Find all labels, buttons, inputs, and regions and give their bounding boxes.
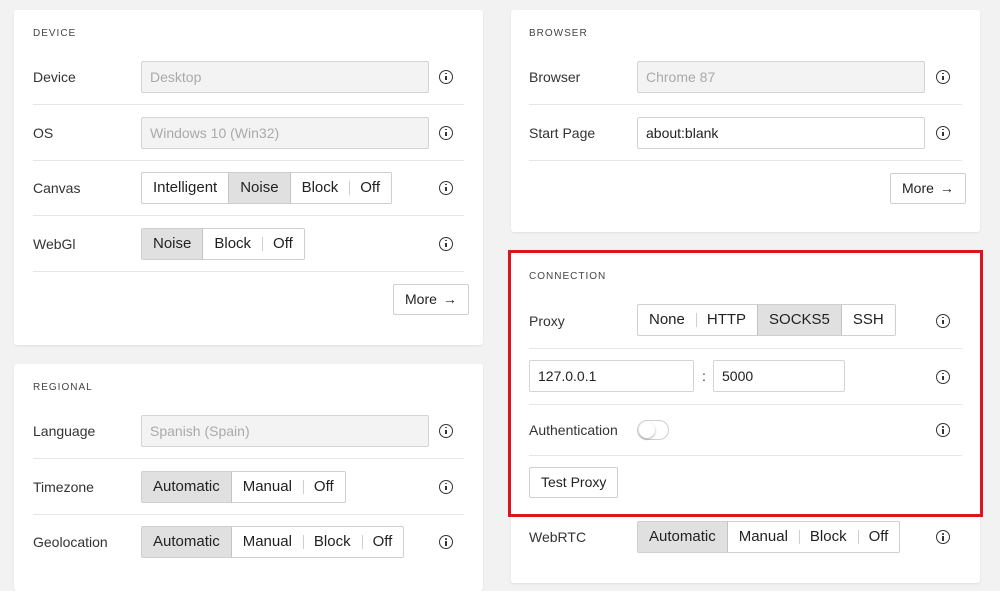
language-input[interactable]: Spanish (Spain)	[141, 415, 429, 447]
authentication-label: Authentication	[529, 422, 618, 438]
device-card: DEVICE Device Desktop OS Windows 10 (Win…	[14, 10, 483, 345]
device-section-title: DEVICE	[33, 28, 77, 39]
more-label: More	[902, 180, 934, 196]
language-row: Language Spanish (Spain)	[33, 403, 464, 459]
proxy-label: Proxy	[529, 312, 565, 329]
start-page-row: Start Page about:blank	[529, 105, 962, 161]
start-page-input[interactable]: about:blank	[637, 117, 925, 149]
connection-section-title: CONNECTION	[529, 271, 607, 282]
geolocation-row: Geolocation Automatic Manual Block Off	[33, 514, 464, 570]
arrow-right-icon: →	[442, 291, 457, 307]
proxy-host-input[interactable]: 127.0.0.1	[529, 360, 694, 392]
proxy-segmented: None HTTP SOCKS5 SSH	[637, 304, 896, 336]
browser-input[interactable]: Chrome 87	[637, 61, 925, 93]
info-icon[interactable]	[936, 125, 950, 140]
webgl-option-off[interactable]: Off	[262, 229, 304, 259]
device-row: Device Desktop	[33, 49, 464, 105]
proxy-option-none[interactable]: None	[638, 305, 696, 335]
geolocation-option-automatic[interactable]: Automatic	[142, 527, 232, 557]
device-more-button[interactable]: More →	[393, 284, 469, 315]
proxy-option-socks5[interactable]: SOCKS5	[757, 305, 842, 335]
webrtc-segmented: Automatic Manual Block Off	[637, 521, 901, 553]
geolocation-option-off[interactable]: Off	[361, 527, 404, 557]
proxy-option-http[interactable]: HTTP	[695, 305, 757, 335]
canvas-row: Canvas Intelligent Noise Block Off	[33, 160, 464, 216]
info-icon[interactable]	[936, 69, 950, 84]
browser-row: Browser Chrome 87	[529, 49, 962, 105]
webgl-label: WebGl	[33, 235, 76, 252]
webrtc-option-automatic[interactable]: Automatic	[638, 522, 728, 552]
webgl-option-noise[interactable]: Noise	[142, 229, 204, 259]
geolocation-option-manual[interactable]: Manual	[232, 527, 303, 557]
canvas-option-block[interactable]: Block	[291, 173, 350, 203]
webrtc-row: WebRTC Automatic Manual Block Off	[529, 509, 962, 565]
info-icon[interactable]	[936, 369, 950, 384]
geolocation-option-block[interactable]: Block	[302, 527, 362, 557]
timezone-row: Timezone Automatic Manual Off	[33, 459, 464, 515]
canvas-label: Canvas	[33, 179, 81, 196]
webgl-option-block[interactable]: Block	[203, 229, 262, 259]
proxy-address-row: 127.0.0.1 : 5000	[529, 349, 962, 405]
info-icon[interactable]	[439, 236, 453, 251]
browser-label: Browser	[529, 68, 581, 85]
geolocation-label: Geolocation	[33, 534, 108, 550]
info-icon[interactable]	[936, 313, 950, 328]
info-icon[interactable]	[936, 530, 950, 544]
proxy-option-ssh[interactable]: SSH	[842, 305, 895, 335]
webrtc-option-off[interactable]: Off	[857, 522, 900, 552]
browser-card: BROWSER Browser Chrome 87 Start Page abo…	[511, 10, 980, 232]
connection-card: CONNECTION Proxy None HTTP SOCKS5 SSH 12…	[511, 253, 980, 583]
webgl-row: WebGl Noise Block Off	[33, 216, 464, 272]
toggle-knob	[639, 422, 655, 438]
info-icon[interactable]	[439, 479, 453, 494]
info-icon[interactable]	[439, 535, 453, 549]
canvas-option-intelligent[interactable]: Intelligent	[142, 173, 228, 203]
proxy-port-input[interactable]: 5000	[713, 360, 845, 392]
timezone-option-off[interactable]: Off	[302, 472, 345, 502]
info-icon[interactable]	[439, 180, 453, 195]
proxy-row: Proxy None HTTP SOCKS5 SSH	[529, 293, 962, 349]
geolocation-segmented: Automatic Manual Block Off	[141, 526, 405, 558]
authentication-toggle[interactable]	[637, 420, 669, 440]
os-input[interactable]: Windows 10 (Win32)	[141, 117, 429, 149]
info-icon[interactable]	[439, 125, 453, 140]
os-row: OS Windows 10 (Win32)	[33, 105, 464, 161]
regional-card: REGIONAL Language Spanish (Spain) Timezo…	[14, 364, 483, 591]
info-icon[interactable]	[439, 69, 453, 84]
timezone-option-manual[interactable]: Manual	[232, 472, 303, 502]
device-label: Device	[33, 68, 76, 85]
start-page-label: Start Page	[529, 124, 596, 141]
info-icon[interactable]	[936, 423, 950, 437]
webgl-segmented: Noise Block Off	[141, 228, 305, 260]
webrtc-option-block[interactable]: Block	[798, 522, 858, 552]
canvas-option-off[interactable]: Off	[349, 173, 391, 203]
canvas-segmented: Intelligent Noise Block Off	[141, 172, 392, 204]
regional-section-title: REGIONAL	[33, 382, 93, 393]
device-input[interactable]: Desktop	[141, 61, 429, 93]
language-label: Language	[33, 422, 96, 439]
os-label: OS	[33, 124, 54, 141]
more-label: More	[405, 291, 437, 307]
timezone-label: Timezone	[33, 478, 94, 495]
webrtc-label: WebRTC	[529, 529, 587, 545]
authentication-row: Authentication	[529, 405, 962, 456]
browser-section-title: BROWSER	[529, 28, 588, 39]
browser-more-button[interactable]: More →	[890, 173, 966, 204]
canvas-option-noise[interactable]: Noise	[228, 173, 291, 203]
arrow-right-icon: →	[939, 180, 954, 196]
host-port-separator: :	[702, 368, 706, 384]
webrtc-option-manual[interactable]: Manual	[728, 522, 799, 552]
timezone-option-automatic[interactable]: Automatic	[142, 472, 232, 502]
test-proxy-button[interactable]: Test Proxy	[529, 467, 619, 498]
timezone-segmented: Automatic Manual Off	[141, 471, 346, 503]
info-icon[interactable]	[439, 423, 453, 438]
